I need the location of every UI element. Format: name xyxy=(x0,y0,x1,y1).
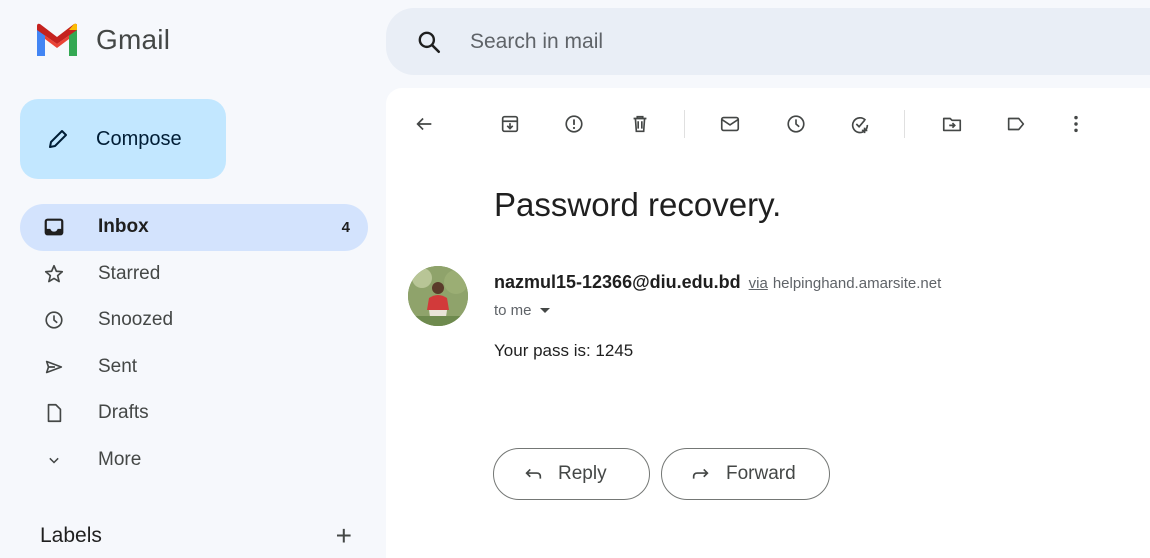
message-view: Password recovery. nazmul15-12366@diu.ed… xyxy=(386,88,1150,558)
gmail-logo[interactable]: Gmail xyxy=(34,22,170,58)
sidebar-item-starred[interactable]: Starred xyxy=(20,251,368,298)
pencil-icon xyxy=(49,130,67,148)
star-icon xyxy=(42,262,66,286)
sidebar-item-drafts[interactable]: Drafts xyxy=(20,390,368,437)
add-task-icon xyxy=(851,117,869,134)
sender-line: nazmul15-12366@diu.edu.bd via helpinghan… xyxy=(494,272,941,293)
labels-section-header: Labels + xyxy=(40,522,352,550)
more-options-button[interactable] xyxy=(1062,110,1090,138)
via-domain: helpinghand.amarsite.net xyxy=(772,275,942,292)
delete-button[interactable] xyxy=(626,110,654,138)
archive-icon xyxy=(501,115,519,133)
inbox-icon xyxy=(42,215,66,239)
search-icon[interactable] xyxy=(416,29,442,55)
caret-down-icon xyxy=(539,308,550,313)
sidebar-item-label: Starred xyxy=(98,262,161,284)
labels-title: Labels xyxy=(40,524,102,547)
reply-icon xyxy=(525,468,542,479)
clock-icon xyxy=(787,115,805,133)
send-icon xyxy=(42,355,66,379)
sender-avatar[interactable] xyxy=(408,266,468,326)
compose-label: Compose xyxy=(96,127,182,150)
trash-icon xyxy=(633,115,647,133)
reply-label: Reply xyxy=(558,463,607,484)
add-label-button[interactable]: + xyxy=(336,522,352,550)
sidebar-item-inbox[interactable]: Inbox 4 xyxy=(20,204,368,251)
snooze-button[interactable] xyxy=(782,110,810,138)
search-input[interactable] xyxy=(470,29,1030,54)
via-link[interactable]: via xyxy=(749,275,768,292)
chevron-down-icon xyxy=(42,448,66,472)
more-vert-icon xyxy=(1074,115,1078,133)
sidebar-item-label: Drafts xyxy=(98,402,149,424)
recipient-details-toggle[interactable]: to me xyxy=(494,302,550,319)
labels-button[interactable] xyxy=(1002,110,1030,138)
report-spam-button[interactable] xyxy=(560,110,588,138)
clock-icon xyxy=(42,308,66,332)
app-name: Gmail xyxy=(96,24,171,55)
archive-button[interactable] xyxy=(496,110,524,138)
sidebar-item-label: Snoozed xyxy=(98,309,174,331)
sender-email[interactable]: nazmul15-12366@diu.edu.bd xyxy=(494,272,741,293)
forward-icon xyxy=(692,468,709,479)
report-spam-icon xyxy=(565,115,583,133)
forward-button[interactable]: Forward xyxy=(661,448,830,500)
email-subject: Password recovery. xyxy=(494,186,782,223)
draft-icon xyxy=(42,401,66,425)
compose-button[interactable]: Compose xyxy=(20,99,226,179)
sidebar-nav: Inbox 4 Starred Snoozed Sent Drafts More xyxy=(20,204,368,483)
move-to-button[interactable] xyxy=(938,110,966,138)
sidebar-item-label: More xyxy=(98,448,142,470)
recipient-label: to me xyxy=(494,302,532,319)
toolbar-divider xyxy=(904,110,905,138)
arrow-left-icon xyxy=(416,117,432,131)
folder-move-icon xyxy=(942,117,962,132)
reply-button[interactable]: Reply xyxy=(493,448,650,500)
sidebar-item-more[interactable]: More xyxy=(20,437,368,484)
mail-icon xyxy=(720,116,740,132)
back-button[interactable] xyxy=(410,110,438,138)
unread-count: 4 xyxy=(341,218,350,236)
sidebar-item-sent[interactable]: Sent xyxy=(20,344,368,391)
sidebar-item-label: Inbox xyxy=(98,216,149,238)
message-toolbar xyxy=(386,102,1150,146)
forward-label: Forward xyxy=(726,463,796,484)
gmail-m-icon xyxy=(37,23,77,56)
sidebar-item-snoozed[interactable]: Snoozed xyxy=(20,297,368,344)
search-bar xyxy=(386,8,1150,75)
mark-unread-button[interactable] xyxy=(716,110,744,138)
sidebar-item-label: Sent xyxy=(98,355,138,377)
email-body: Your pass is: 1245 xyxy=(494,341,634,360)
add-to-tasks-button[interactable] xyxy=(846,110,874,138)
toolbar-divider xyxy=(684,110,685,138)
label-icon xyxy=(1007,117,1025,131)
